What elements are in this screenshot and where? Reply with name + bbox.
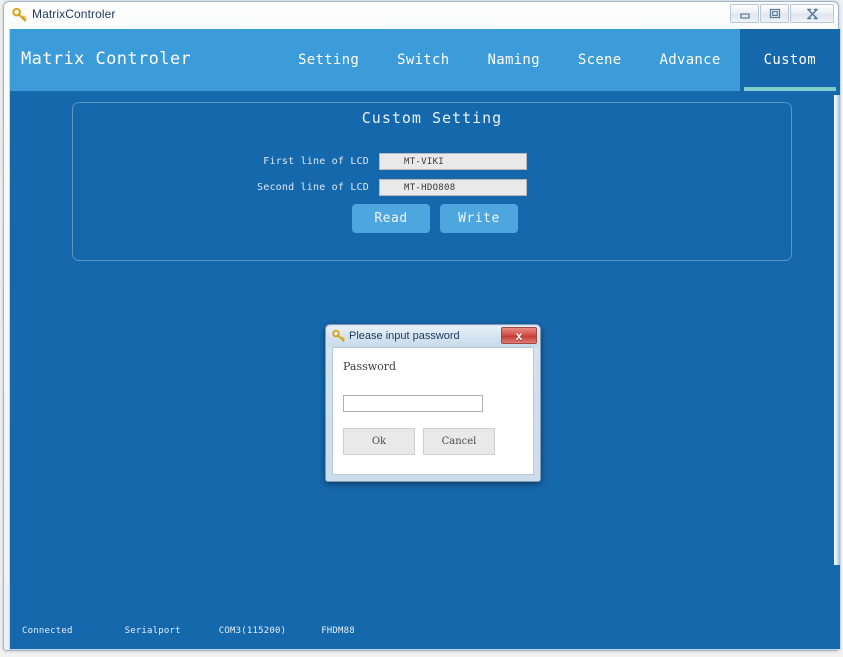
- form-row-second-line: Second line of LCD: [251, 179, 527, 196]
- maximize-button[interactable]: [760, 4, 789, 23]
- tab-advance-label: Advance: [659, 52, 721, 68]
- minimize-button[interactable]: [730, 4, 759, 23]
- password-input[interactable]: [343, 395, 483, 412]
- second-line-input[interactable]: [379, 179, 527, 196]
- second-line-label: Second line of LCD: [257, 182, 369, 193]
- tab-switch[interactable]: Switch: [378, 29, 468, 91]
- client-area: Matrix Controler Setting Switch Naming S…: [9, 29, 841, 650]
- tab-naming[interactable]: Naming: [468, 29, 558, 91]
- window-title: MatrixControler: [32, 7, 116, 21]
- password-dialog: Please input password x Password Ok Canc…: [325, 324, 541, 482]
- nav-tab-list: Setting Switch Naming Scene Advance Cust…: [279, 29, 840, 91]
- tab-scene-label: Scene: [577, 52, 622, 68]
- close-icon: x: [515, 328, 523, 343]
- first-line-label: First line of LCD: [263, 156, 369, 167]
- nav-underline: [10, 91, 840, 95]
- status-device-model: FHDM88: [321, 626, 355, 636]
- maximize-icon: [769, 8, 781, 19]
- dialog-body: Password Ok Cancel: [332, 347, 534, 475]
- password-label: Password: [343, 360, 397, 373]
- app-title: Matrix Controler: [21, 49, 192, 69]
- panel-heading: Custom Setting: [361, 109, 503, 127]
- window-frame: MatrixControler Matrix Controler Setting…: [3, 1, 841, 651]
- vertical-scrollbar[interactable]: [834, 95, 840, 565]
- application-window: MatrixControler Matrix Controler Setting…: [0, 0, 843, 657]
- read-button[interactable]: Read: [352, 204, 430, 233]
- dialog-title: Please input password: [349, 330, 460, 342]
- tab-custom-label: Custom: [763, 52, 816, 68]
- status-port-detail: COM3(115200): [218, 626, 287, 636]
- close-button[interactable]: [790, 4, 834, 23]
- status-connection: Connected: [22, 626, 73, 636]
- write-button[interactable]: Write: [440, 204, 518, 233]
- status-bar: Connected Serialport COM3(115200) FHDM88: [10, 613, 840, 649]
- tab-custom[interactable]: Custom: [739, 29, 840, 91]
- dialog-button-row: Ok Cancel: [343, 428, 495, 455]
- key-icon: [332, 329, 346, 343]
- status-port-type: Serialport: [124, 626, 181, 636]
- navigation-bar: Matrix Controler Setting Switch Naming S…: [10, 29, 840, 91]
- window-controls: [729, 4, 834, 23]
- tab-naming-label: Naming: [487, 52, 540, 68]
- minimize-icon: [739, 9, 751, 19]
- window-titlebar[interactable]: MatrixControler: [4, 2, 838, 28]
- tab-setting[interactable]: Setting: [279, 29, 378, 91]
- tab-scene[interactable]: Scene: [559, 29, 641, 91]
- custom-setting-panel: Custom Setting First line of LCD Second …: [72, 102, 792, 261]
- dialog-titlebar[interactable]: Please input password x: [327, 326, 539, 347]
- tab-setting-label: Setting: [298, 52, 360, 68]
- key-icon: [12, 7, 28, 23]
- cancel-button[interactable]: Cancel: [423, 428, 495, 455]
- first-line-input[interactable]: [379, 153, 527, 170]
- panel-button-row: Read Write: [352, 204, 518, 233]
- ok-button[interactable]: Ok: [343, 428, 415, 455]
- tab-advance[interactable]: Advance: [641, 29, 740, 91]
- form-row-first-line: First line of LCD: [251, 153, 527, 170]
- close-icon: [806, 8, 819, 20]
- dialog-close-button[interactable]: x: [501, 327, 537, 344]
- tab-switch-label: Switch: [397, 52, 450, 68]
